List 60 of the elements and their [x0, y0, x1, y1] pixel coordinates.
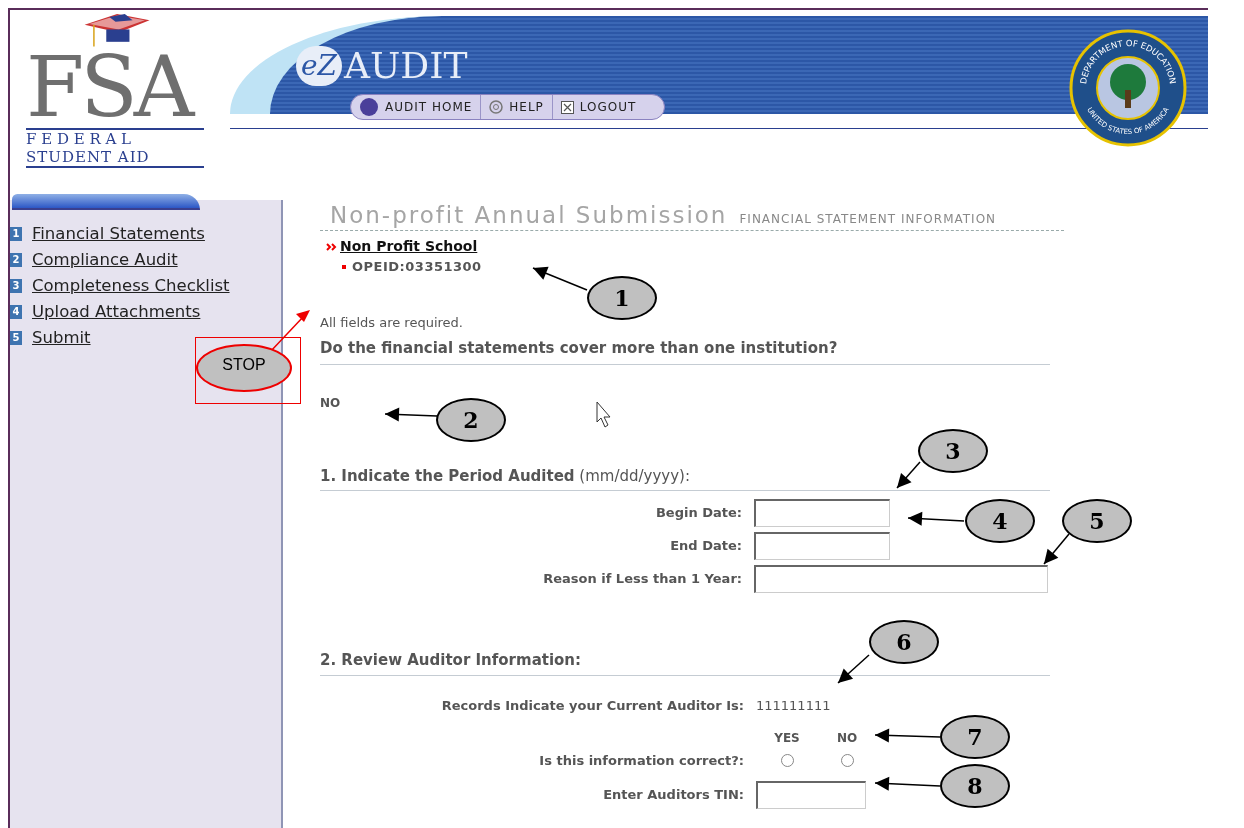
app-logo-name: AUDIT — [344, 46, 468, 86]
radio-button[interactable] — [840, 754, 854, 768]
callout-arrow — [896, 461, 921, 489]
callout-arrow — [532, 266, 588, 291]
opeid-text: OPEID:03351300 — [352, 258, 482, 276]
logo-line: F E D E R A L — [26, 130, 133, 148]
callout-number: 8 — [940, 764, 1010, 808]
page-subtitle: FINANCIAL STATEMENT INFORMATION — [739, 211, 997, 228]
callout-number: 4 — [965, 499, 1035, 543]
field-label: Begin Date: — [654, 504, 742, 523]
pointer-cursor-icon — [596, 401, 611, 428]
field-label: Is this information correct?: — [538, 752, 744, 770]
bullet-icon — [342, 264, 346, 269]
callout-arrow — [837, 654, 870, 684]
input-field[interactable] — [756, 780, 866, 809]
field-label: Enter Auditors TIN: — [602, 785, 744, 804]
nav-link[interactable]: HELP — [480, 95, 552, 119]
logo-letters: FSA — [26, 48, 194, 126]
help-icon — [489, 100, 504, 114]
sidebar-link[interactable]: Upload Attachments — [32, 299, 201, 325]
input-field[interactable] — [754, 565, 1048, 593]
question-heading: Do the financial statements cover more than one institution? — [320, 337, 1050, 365]
callout-number: 2 — [436, 398, 506, 442]
callout-number: 3 — [918, 429, 988, 473]
sidebar-link[interactable]: Financial Statements — [32, 221, 205, 247]
logo-line: STUDENT AID — [26, 148, 204, 168]
sidebar-link[interactable]: Completeness Checklist — [32, 273, 230, 299]
step-number-badge: 2 — [10, 253, 22, 267]
callout-number: 1 — [587, 276, 657, 320]
required-note: All fields are required. — [320, 313, 464, 332]
callout-arrow — [874, 776, 941, 791]
step-number-badge: 4 — [10, 305, 22, 319]
callout-number: 7 — [940, 715, 1010, 759]
callout-arrow — [907, 511, 965, 526]
step-number-badge: 5 — [10, 331, 22, 345]
callout-number: 6 — [869, 620, 939, 664]
input-field[interactable] — [754, 499, 890, 527]
callout-number: 5 — [1062, 499, 1132, 543]
field-label: End Date: — [669, 537, 742, 556]
nav-link[interactable]: AUDIT HOME — [351, 95, 481, 119]
school-link[interactable]: Non Profit School — [340, 236, 478, 257]
step-number-badge: 3 — [10, 279, 22, 293]
sidebar-link[interactable]: Submit — [32, 325, 91, 351]
answer-text: NO — [320, 394, 342, 412]
close-icon — [560, 100, 574, 114]
radio-button[interactable] — [780, 754, 794, 768]
step-number-badge: 1 — [10, 227, 22, 241]
callout-arrow — [1043, 533, 1070, 565]
option-label: YES — [774, 730, 800, 747]
input-field[interactable] — [754, 532, 890, 560]
double-chevron-icon — [326, 242, 337, 251]
nav-link[interactable]: LOGOUT — [551, 95, 645, 119]
callout-arrow — [874, 728, 941, 743]
callout-arrow — [384, 407, 438, 422]
page-title: Non-profit Annual Submission — [330, 201, 728, 230]
field-label: Reason if Less than 1 Year: — [542, 570, 742, 589]
auditor-value: 111111111 — [756, 696, 832, 715]
option-label: NO — [835, 730, 859, 747]
sidebar-link[interactable]: Compliance Audit — [32, 247, 178, 273]
field-label: Records Indicate your Current Auditor Is: — [440, 696, 744, 715]
